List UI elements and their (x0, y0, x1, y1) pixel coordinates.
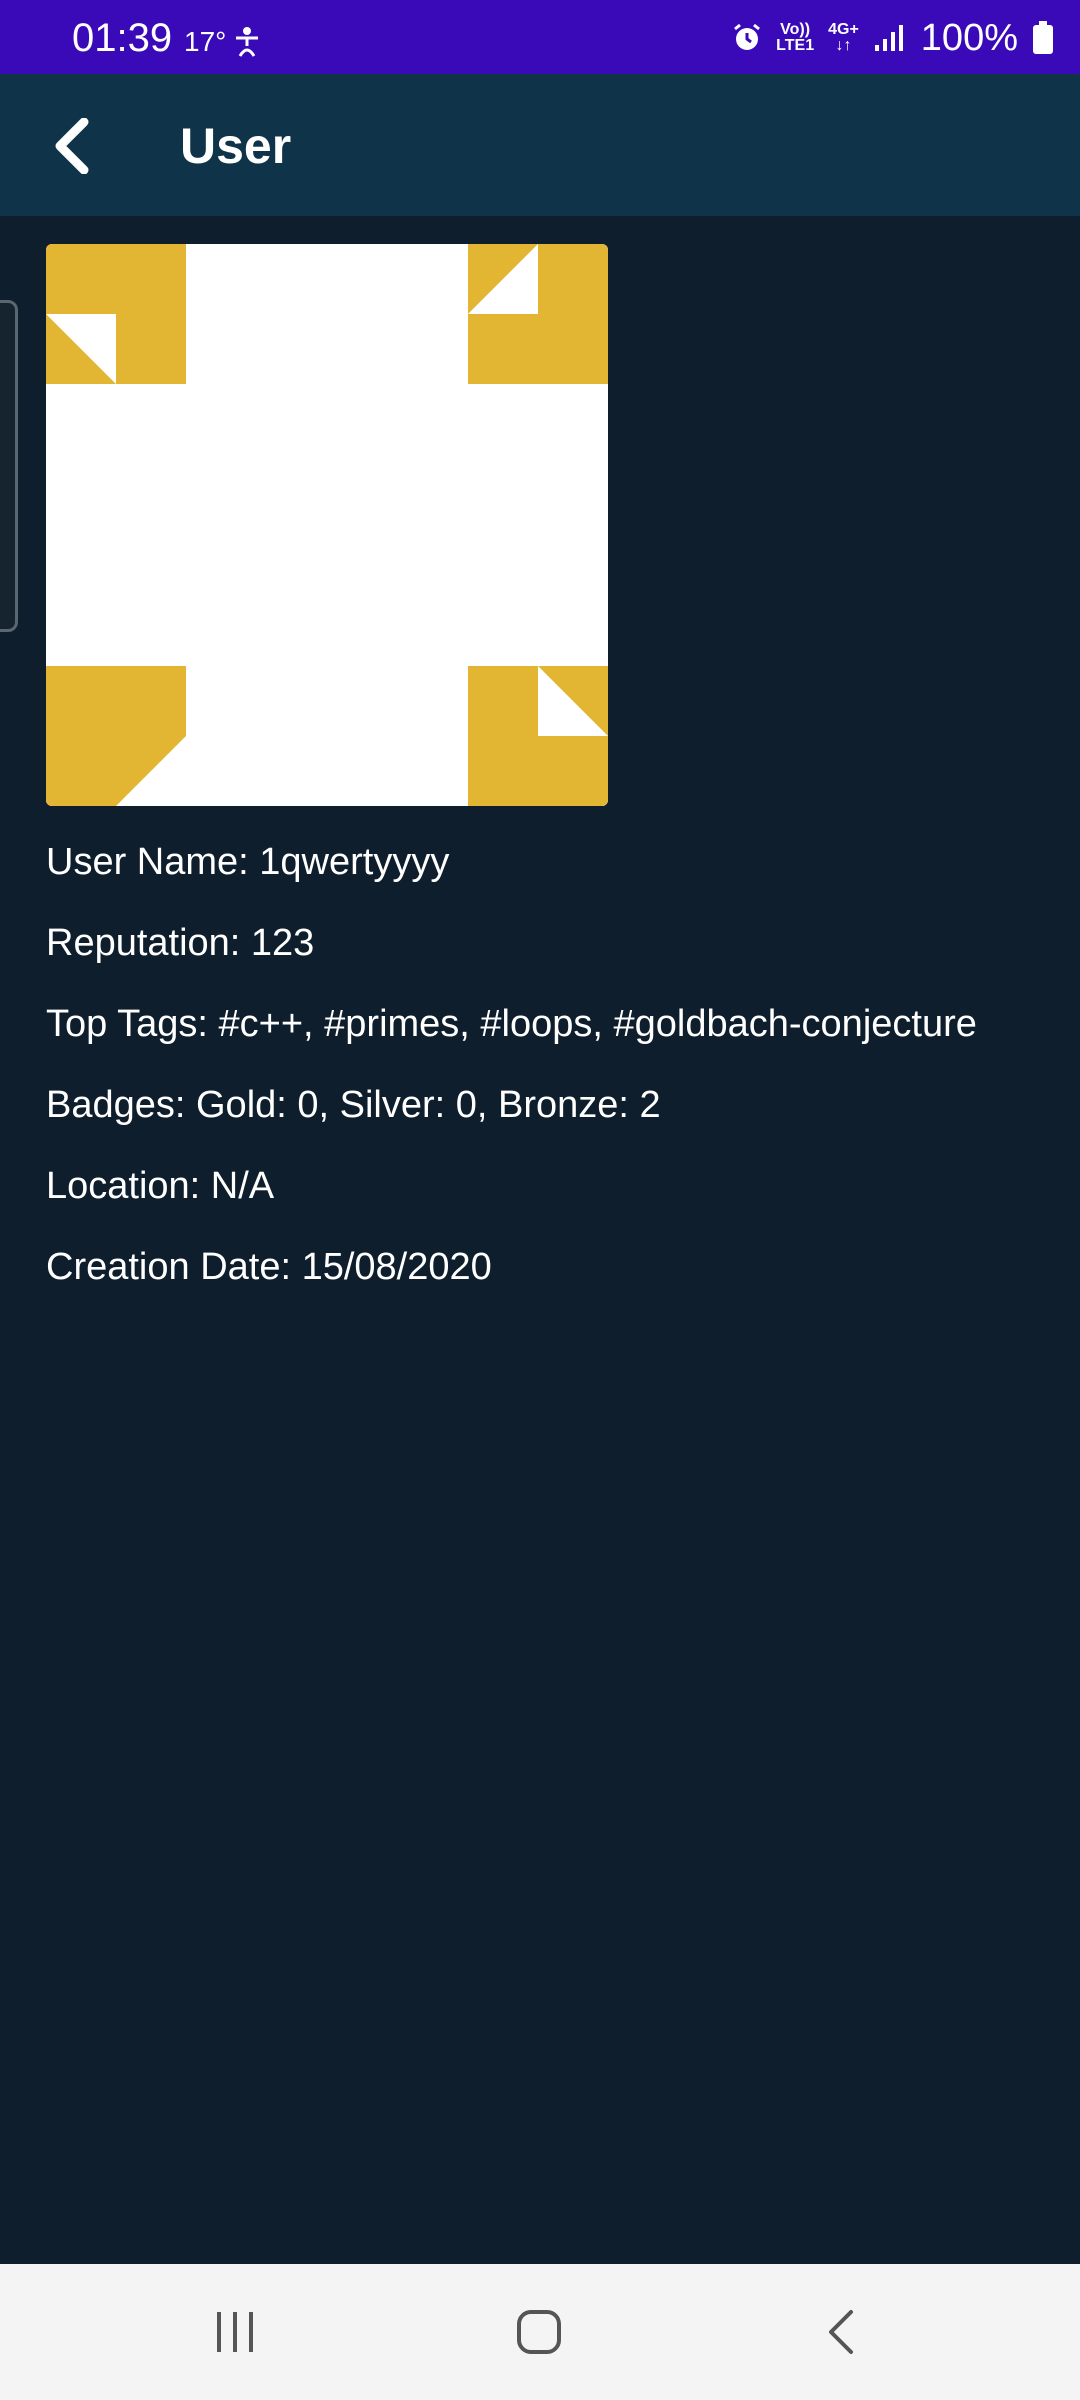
app-bar: User (0, 74, 1080, 216)
status-icons: Vo)) LTE1 4G+ ↓↑ 100% (732, 16, 1054, 60)
avatar (46, 244, 608, 806)
top-tags-text: Top Tags: #c++, #primes, #loops, #goldba… (46, 1003, 977, 1045)
user-name-text: User Name: 1qwertyyyy (46, 841, 450, 883)
lte-label: LTE1 (776, 37, 815, 54)
battery-icon (1033, 21, 1053, 54)
status-temperature: 17° (184, 26, 227, 57)
recents-button[interactable] (180, 2292, 290, 2372)
nav-back-icon (829, 2310, 853, 2354)
status-bar: 01:39 17° Vo)) LTE1 4G+ ↓↑ 100% (0, 0, 1080, 74)
identicon-image (46, 244, 608, 806)
page-title: User (180, 118, 292, 174)
alarm-icon (734, 23, 761, 50)
user-profile-content[interactable]: User Name: 1qwertyyyy Reputation: 123 To… (0, 216, 1080, 2264)
user-info-list: User Name: 1qwertyyyy Reputation: 123 To… (46, 838, 1046, 1324)
recents-icon (217, 2312, 253, 2352)
nav-back-button[interactable] (786, 2292, 896, 2372)
back-button[interactable] (36, 110, 108, 182)
edge-panel-handle[interactable] (0, 300, 18, 632)
back-arrow-icon (55, 118, 89, 174)
location-text: Location: N/A (46, 1165, 275, 1207)
badges-text: Badges: Gold: 0, Silver: 0, Bronze: 2 (46, 1084, 661, 1126)
reputation-text: Reputation: 123 (46, 922, 315, 964)
home-icon (517, 2310, 561, 2354)
battery-percentage: 100% (920, 17, 1018, 59)
status-time: 01:39 (72, 16, 173, 60)
network-type-indicator: 4G+ ↓↑ (828, 22, 859, 54)
data-arrows-icon: ↓↑ (835, 37, 852, 54)
accessibility-icon (236, 27, 258, 57)
home-button[interactable] (484, 2292, 594, 2372)
network-type-label: 4G+ (828, 21, 859, 38)
volte-label: Vo)) (780, 21, 811, 38)
signal-icon (874, 25, 903, 51)
volte-indicator: Vo)) LTE1 (776, 22, 814, 54)
creation-date-text: Creation Date: 15/08/2020 (46, 1246, 492, 1288)
system-navigation-bar (0, 2264, 1080, 2400)
